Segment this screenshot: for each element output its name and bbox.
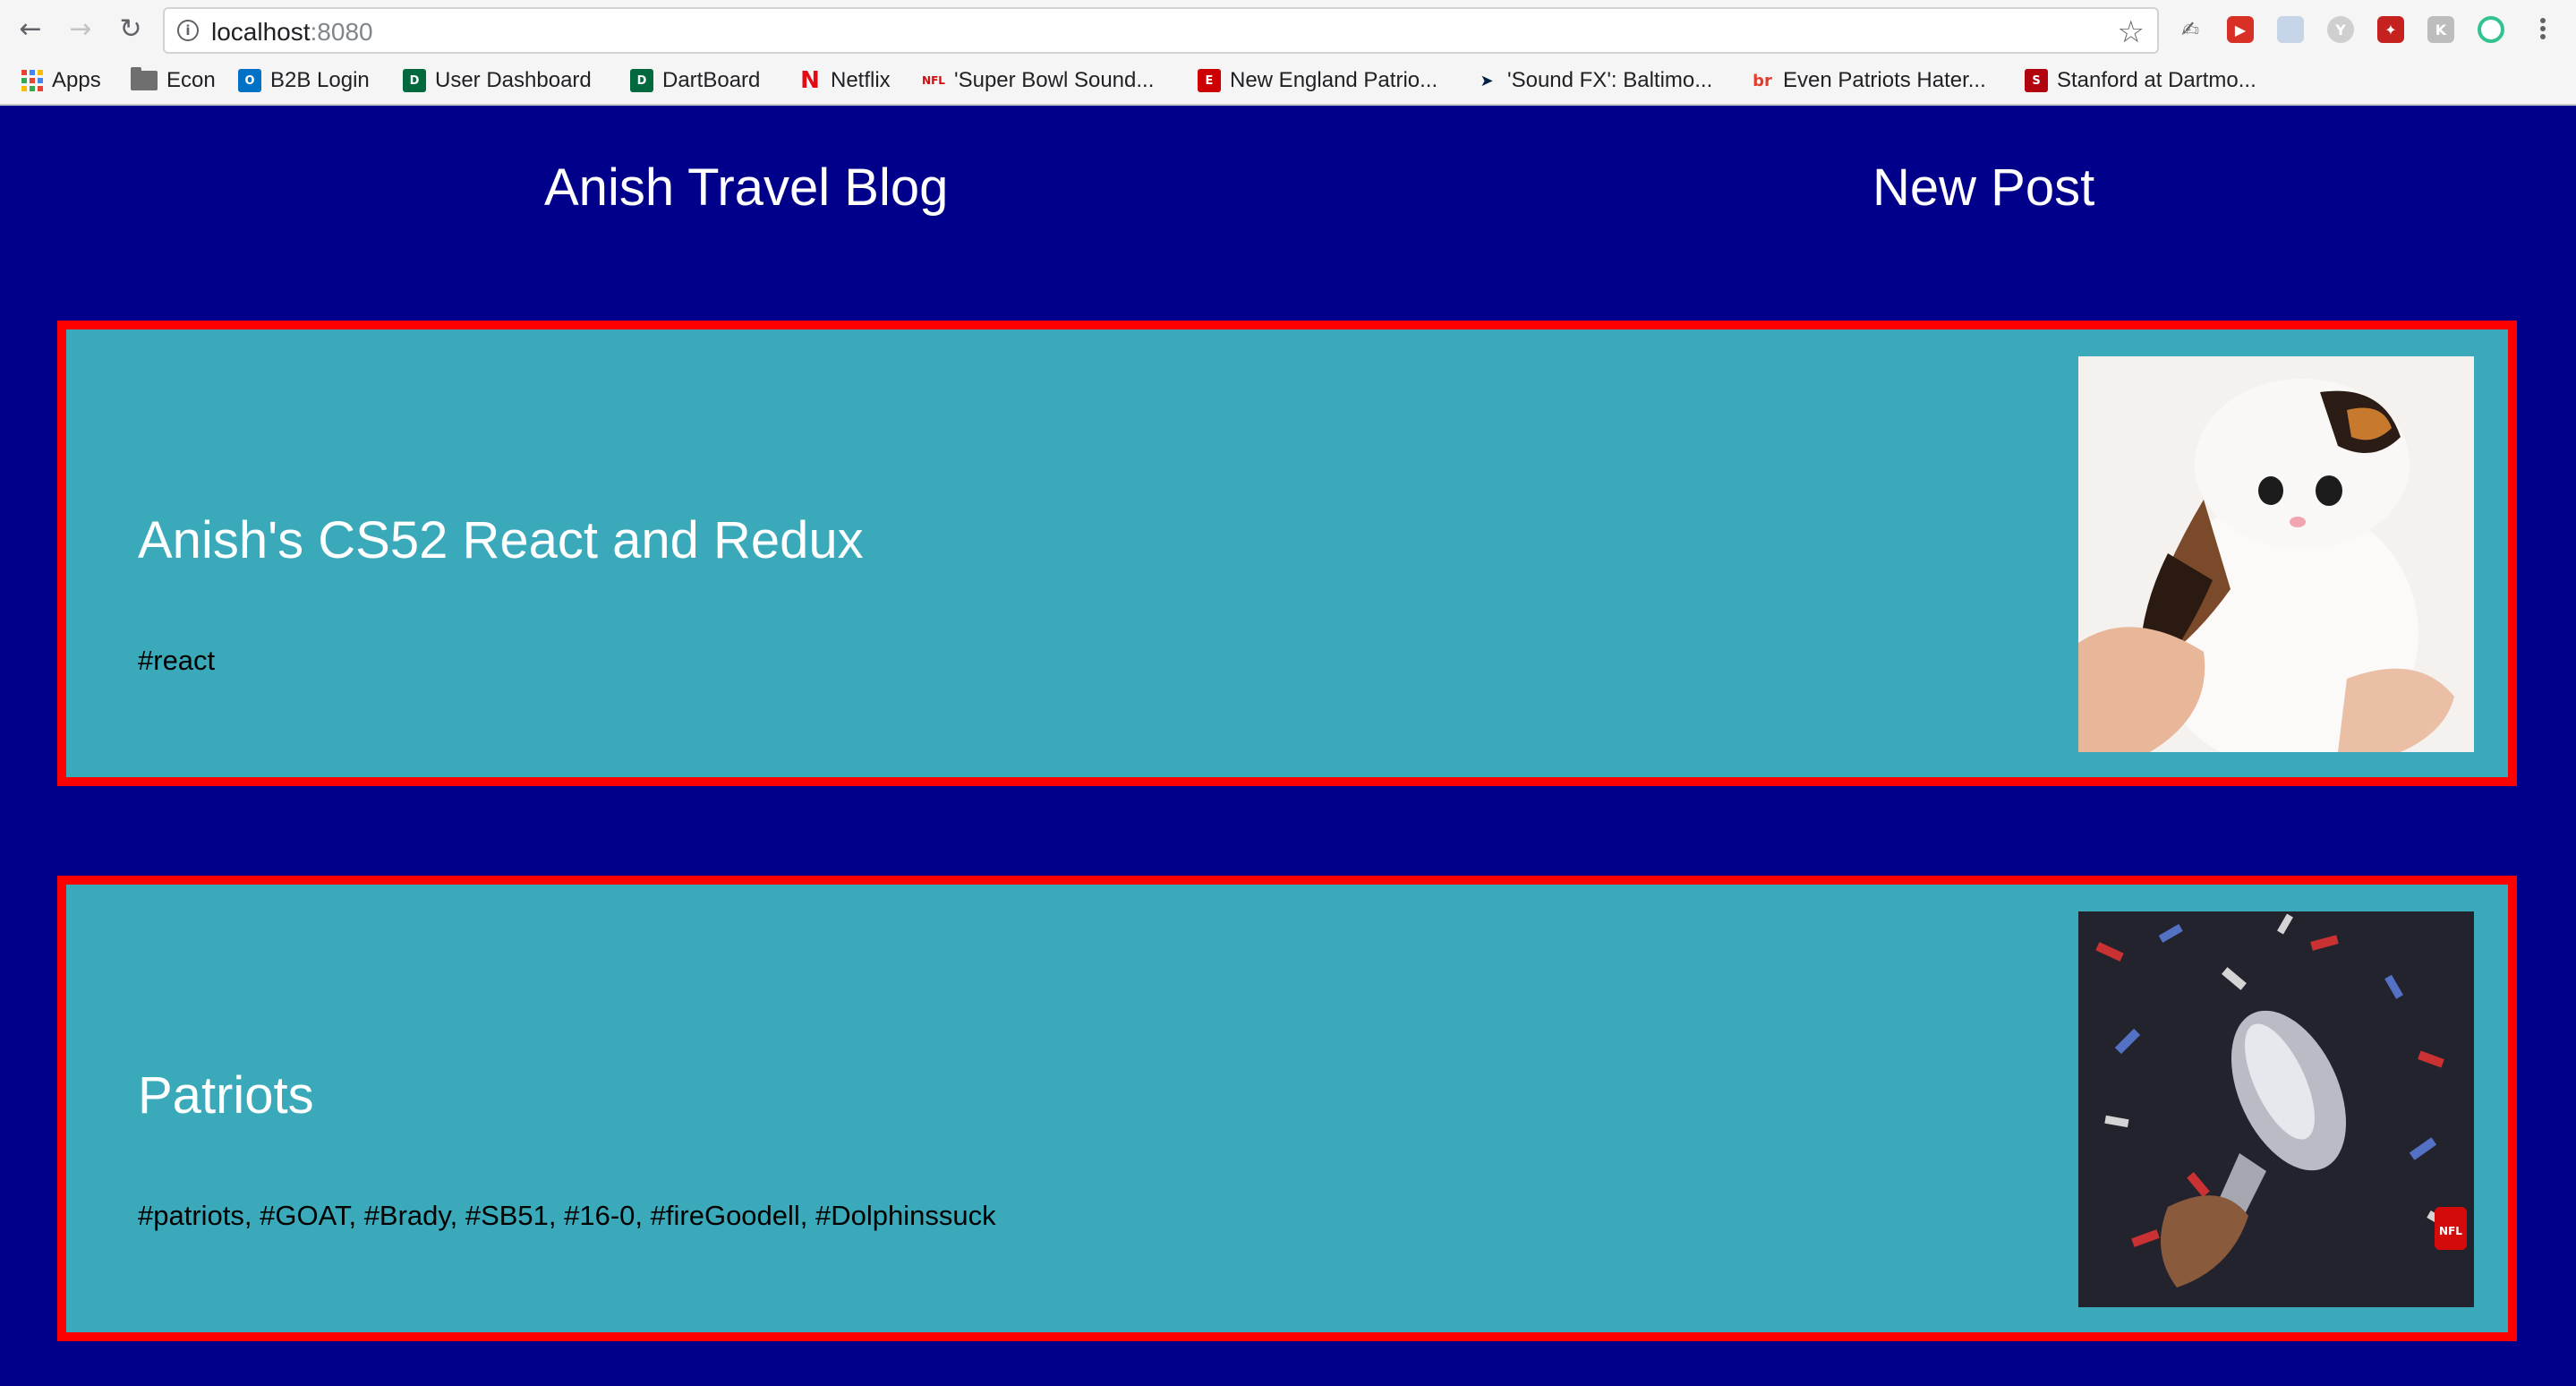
bookmark-label: Netflix [831, 68, 891, 92]
bookmark-label: Stanford at Dartmo... [2057, 68, 2256, 92]
nfl-icon: NFL [922, 74, 945, 87]
kebab-menu-icon[interactable] [2529, 11, 2556, 47]
browser-chrome: ← → ↻ i localhost:8080 ☆ ✍ ▶ Y ✦ K Apps … [0, 0, 2576, 106]
post-card[interactable]: Patriots #patriots, #GOAT, #Brady, #SB51… [57, 876, 2517, 1341]
pen-icon[interactable]: ✍ [2177, 16, 2204, 43]
green-ring-icon[interactable] [2478, 16, 2504, 43]
info-icon[interactable]: i [177, 20, 199, 41]
stanford-s-icon: S [2025, 69, 2048, 92]
bookmark-even-patriots-haters[interactable]: br Even Patriots Hater... [1751, 64, 1986, 97]
browser-toolbar: ← → ↻ i localhost:8080 ☆ ✍ ▶ Y ✦ K [0, 0, 2576, 59]
reload-icon[interactable]: ↻ [113, 11, 149, 47]
outlook-icon: O [238, 69, 261, 92]
bookmark-label: DartBoard [662, 68, 761, 92]
bookmark-label: 'Sound FX': Baltimo... [1507, 68, 1713, 92]
svg-text:NFL: NFL [2439, 1225, 2462, 1237]
trophy-illustration: NFL [2078, 911, 2474, 1307]
post-title: Anish's CS52 React and Redux [138, 511, 864, 569]
dartmouth-d-icon: D [403, 69, 426, 92]
bookmark-sound-fx[interactable]: ➤ 'Sound FX': Baltimo... [1475, 64, 1712, 97]
bookmark-label: Apps [52, 68, 101, 92]
gray-k-icon[interactable]: K [2427, 16, 2454, 43]
post-card[interactable]: Anish's CS52 React and Redux #react [57, 321, 2517, 786]
url-port: :8080 [310, 18, 373, 46]
patriots-icon: ➤ [1480, 71, 1494, 90]
red-puzzle-icon[interactable]: ✦ [2377, 16, 2404, 43]
bookmark-super-bowl-sound[interactable]: NFL 'Super Bowl Sound... [922, 64, 1154, 97]
dartmouth-d-icon: D [630, 69, 653, 92]
bookmark-apps[interactable]: Apps [21, 64, 101, 97]
kitten-image [2078, 356, 2474, 752]
post-tags: #patriots, #GOAT, #Brady, #SB51, #16-0, … [138, 1200, 996, 1231]
y-icon[interactable]: Y [2327, 16, 2354, 43]
bleacher-report-icon: br [1753, 71, 1772, 90]
bookmark-user-dashboard[interactable]: D User Dashboard [403, 64, 592, 97]
espn-icon: E [1198, 69, 1221, 92]
bookmark-netflix[interactable]: N Netflix [798, 64, 891, 97]
bookmark-b2b-login[interactable]: O B2B Login [238, 64, 370, 97]
bookmark-label: New England Patrio... [1230, 68, 1438, 92]
page-header: Anish Travel Blog New Post [0, 106, 2576, 276]
photo-icon[interactable] [2277, 16, 2304, 43]
address-bar[interactable]: i localhost:8080 ☆ [163, 7, 2159, 54]
bookmarks-bar: Apps Econ O B2B Login D User Dashboard D… [0, 61, 2576, 100]
arrow-right-icon[interactable]: → [63, 11, 98, 47]
new-post-link[interactable]: New Post [1872, 158, 2094, 218]
bookmark-label: 'Super Bowl Sound... [954, 68, 1155, 92]
folder-icon [131, 67, 158, 90]
bookmark-label: Econ [166, 68, 216, 92]
netflix-icon: N [800, 67, 820, 94]
kitten-illustration [2078, 356, 2474, 752]
arrow-left-icon[interactable]: ← [13, 11, 48, 47]
bookmark-label: B2B Login [270, 68, 370, 92]
red-play-icon[interactable]: ▶ [2227, 16, 2254, 43]
blog-title-link[interactable]: Anish Travel Blog [544, 158, 948, 218]
star-icon[interactable]: ☆ [2118, 14, 2145, 50]
bookmark-dartboard[interactable]: D DartBoard [630, 64, 760, 97]
bookmark-econ[interactable]: Econ [131, 64, 216, 97]
url-host: localhost [211, 18, 311, 46]
bookmark-stanford-at-dartmouth[interactable]: S Stanford at Dartmo... [2025, 64, 2256, 97]
bookmark-label: User Dashboard [435, 68, 592, 92]
post-tags: #react [138, 645, 216, 676]
bookmark-new-england-patriots[interactable]: E New England Patrio... [1198, 64, 1437, 97]
trophy-image: NFL [2078, 911, 2474, 1307]
post-title: Patriots [138, 1066, 314, 1125]
apps-grid-icon [21, 70, 43, 91]
url-text[interactable]: localhost:8080 [211, 18, 373, 47]
bookmark-label: Even Patriots Hater... [1783, 68, 1986, 92]
